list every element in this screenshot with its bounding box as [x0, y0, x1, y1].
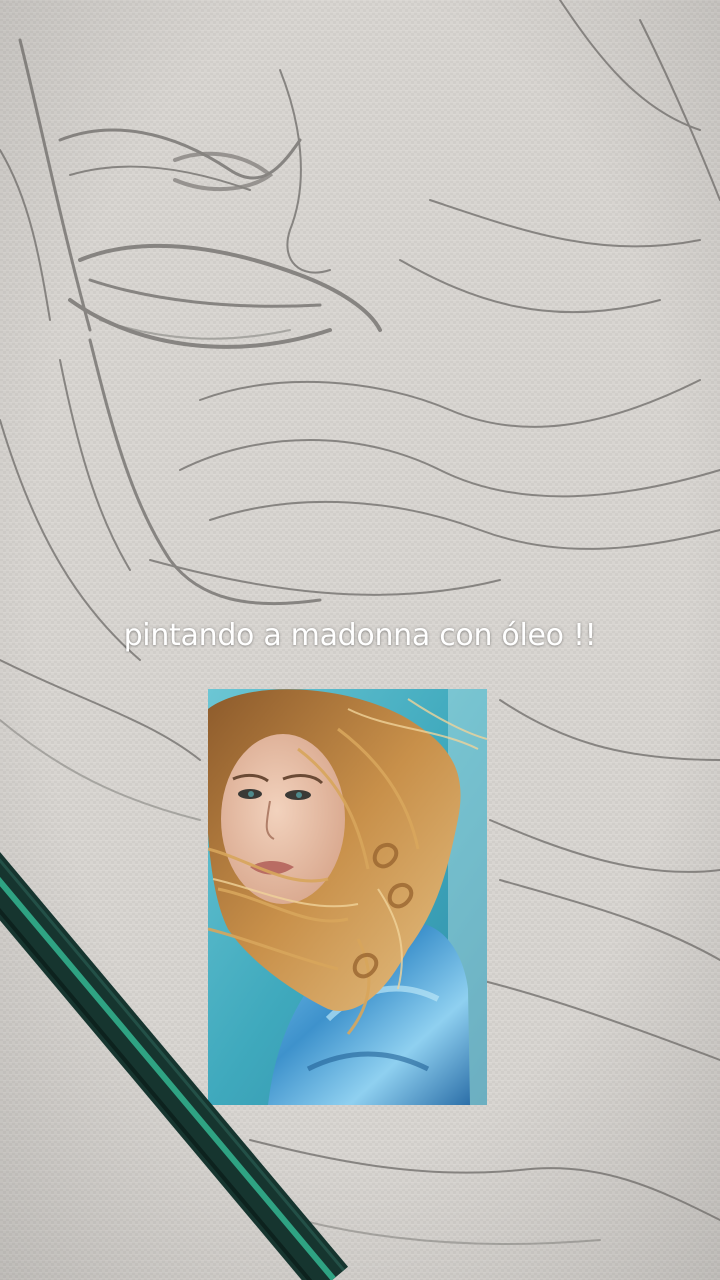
reference-photo — [208, 689, 487, 1105]
video-frame: pintando a madonna con óleo !! — [0, 0, 720, 1280]
video-caption: pintando a madonna con óleo !! — [123, 618, 597, 653]
